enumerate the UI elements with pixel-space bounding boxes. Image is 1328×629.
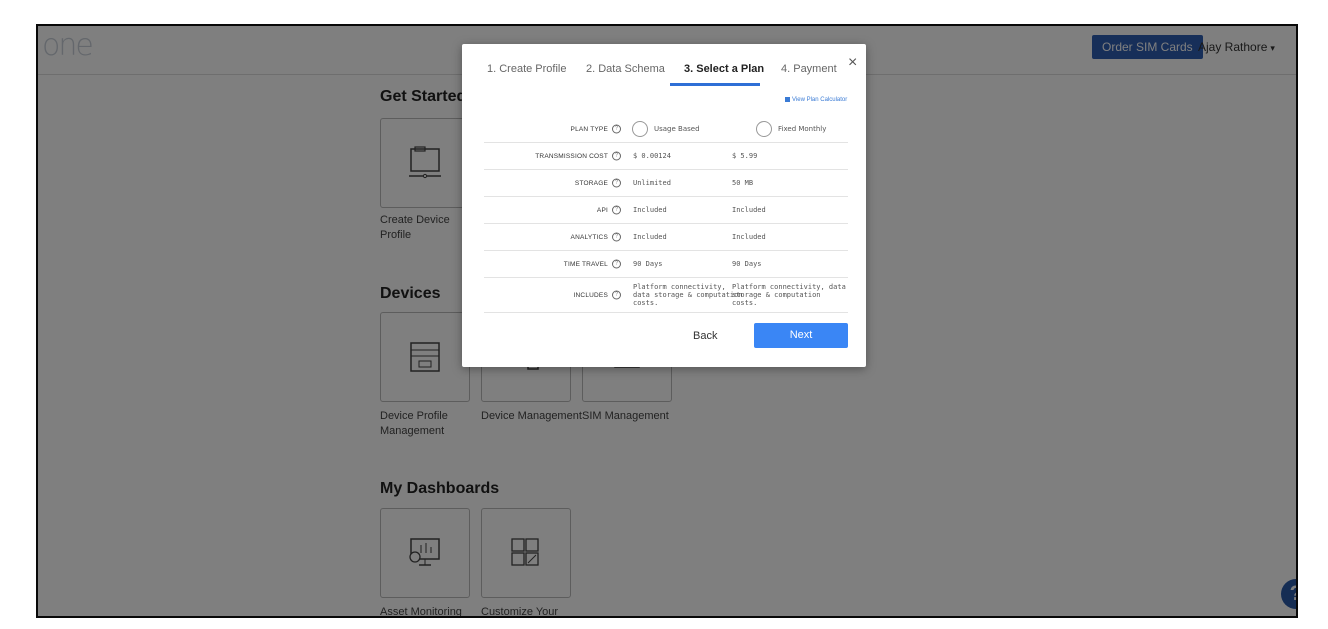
plan-option-fixed-monthly[interactable]: Fixed Monthly bbox=[756, 116, 872, 142]
help-circle-icon[interactable]: ? bbox=[612, 259, 621, 269]
row-label: ANALYTICS bbox=[570, 233, 608, 241]
help-circle-icon[interactable]: ? bbox=[612, 205, 621, 215]
row-label: TIME TRAVEL bbox=[563, 260, 608, 268]
calculator-link-label: View Plan Calculator bbox=[792, 97, 848, 103]
table-row-time-travel: TIME TRAVEL ? 90 Days 90 Days bbox=[484, 251, 848, 278]
help-circle-icon[interactable]: ? bbox=[612, 290, 621, 300]
help-circle-icon[interactable]: ? bbox=[612, 151, 621, 161]
fixed-monthly-value: Included bbox=[732, 233, 766, 241]
fixed-monthly-value: 90 Days bbox=[732, 260, 762, 268]
row-label: INCLUDES bbox=[573, 291, 608, 299]
tab-select-plan[interactable]: 3. Select a Plan bbox=[684, 63, 764, 75]
row-label: API bbox=[596, 206, 608, 214]
fixed-monthly-value: 50 MB bbox=[732, 179, 754, 187]
fixed-monthly-value: Platform connectivity, data storage & co… bbox=[732, 283, 846, 307]
table-row-transmission-cost: TRANSMISSION COST ? $ 0.00124 $ 5.99 bbox=[484, 143, 848, 170]
help-circle-icon[interactable]: ? bbox=[612, 178, 621, 188]
row-label: STORAGE bbox=[574, 179, 608, 187]
usage-based-value: 90 Days bbox=[633, 260, 663, 268]
usage-based-value: Platform connectivity, data storage & co… bbox=[633, 283, 743, 307]
radio-button[interactable] bbox=[632, 121, 648, 137]
tab-create-profile[interactable]: 1. Create Profile bbox=[487, 63, 566, 75]
plan-comparison-table: PLAN TYPE ? Usage Based Fixed Monthly TR… bbox=[484, 116, 848, 313]
usage-based-value: $ 0.00124 bbox=[633, 152, 671, 160]
help-circle-icon[interactable]: ? bbox=[612, 124, 621, 134]
wizard-steps: 1. Create Profile 2. Data Schema 3. Sele… bbox=[462, 44, 866, 88]
table-row-plan-type: PLAN TYPE ? Usage Based Fixed Monthly bbox=[484, 116, 848, 143]
plan-option-usage-based[interactable]: Usage Based bbox=[632, 116, 744, 142]
help-circle-icon[interactable]: ? bbox=[612, 232, 621, 242]
plan-name: Fixed Monthly bbox=[778, 125, 827, 133]
fixed-monthly-value: $ 5.99 bbox=[732, 152, 758, 160]
table-row-api: API ? Included Included bbox=[484, 197, 848, 224]
active-tab-indicator bbox=[670, 83, 760, 86]
radio-button[interactable] bbox=[756, 121, 772, 137]
back-button[interactable]: Back bbox=[693, 330, 717, 342]
row-label: TRANSMISSION COST bbox=[535, 152, 608, 160]
usage-based-value: Included bbox=[633, 233, 667, 241]
view-plan-calculator-link[interactable]: View Plan Calculator bbox=[785, 97, 847, 103]
tab-data-schema[interactable]: 2. Data Schema bbox=[586, 63, 665, 75]
table-row-storage: STORAGE ? Unlimited 50 MB bbox=[484, 170, 848, 197]
tab-payment[interactable]: 4. Payment bbox=[781, 63, 837, 75]
select-plan-modal: × 1. Create Profile 2. Data Schema 3. Se… bbox=[462, 44, 866, 367]
fixed-monthly-value: Included bbox=[732, 206, 766, 214]
table-row-includes: INCLUDES ? Platform connectivity, data s… bbox=[484, 278, 848, 313]
plan-name: Usage Based bbox=[654, 125, 700, 133]
table-row-analytics: ANALYTICS ? Included Included bbox=[484, 224, 848, 251]
calculator-icon bbox=[785, 97, 790, 102]
row-label: PLAN TYPE bbox=[570, 125, 608, 133]
usage-based-value: Included bbox=[633, 206, 667, 214]
next-button[interactable]: Next bbox=[754, 323, 848, 348]
usage-based-value: Unlimited bbox=[633, 179, 671, 187]
